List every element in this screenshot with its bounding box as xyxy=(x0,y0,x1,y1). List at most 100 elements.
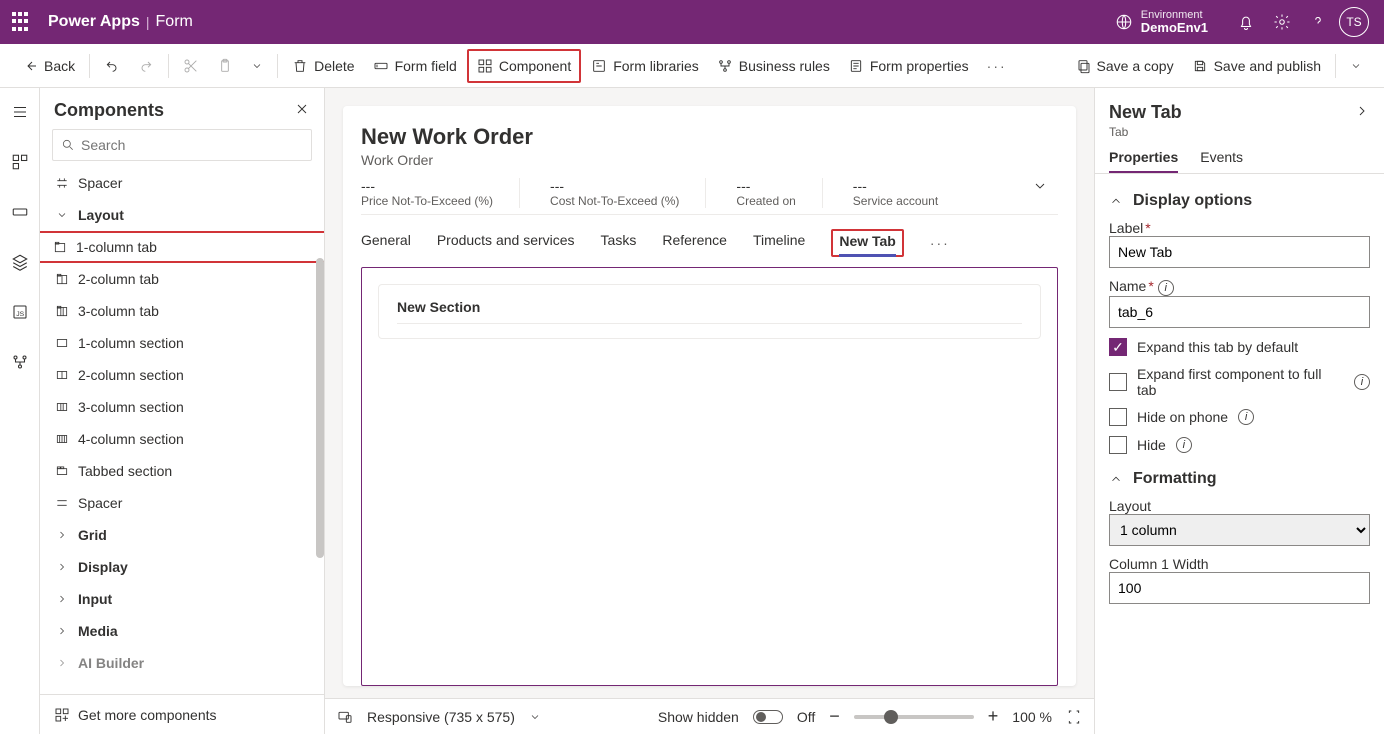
get-more-components[interactable]: Get more components xyxy=(40,694,324,734)
layers-icon[interactable] xyxy=(4,246,36,278)
header-field[interactable]: ---Created on xyxy=(736,178,822,208)
tab-general[interactable]: General xyxy=(361,232,411,254)
redo-button[interactable] xyxy=(130,49,162,83)
zoom-in[interactable]: + xyxy=(988,706,999,727)
more-commands[interactable]: ··· xyxy=(979,49,1015,83)
form-field-button[interactable]: Form field xyxy=(365,49,465,83)
close-panel-icon[interactable] xyxy=(294,101,310,120)
paste-button[interactable] xyxy=(209,49,241,83)
expand-first-label: Expand first component to full tab xyxy=(1137,366,1344,398)
name-input[interactable] xyxy=(1109,296,1370,328)
header-field[interactable]: ---Price Not-To-Exceed (%) xyxy=(361,178,520,208)
help-button[interactable] xyxy=(1300,4,1336,40)
info-icon[interactable]: i xyxy=(1158,280,1174,296)
back-button[interactable]: Back xyxy=(14,49,83,83)
component-2-column-tab[interactable]: 2-column tab xyxy=(40,263,324,295)
brand-title: Power Apps xyxy=(48,13,140,31)
component-spacer[interactable]: Spacer xyxy=(40,167,324,199)
expand-first-checkbox[interactable] xyxy=(1109,373,1127,391)
components-title: Components xyxy=(54,100,164,121)
component-1-column-tab[interactable]: 1-column tab xyxy=(40,231,324,263)
add-components-icon xyxy=(54,707,70,723)
props-chevron-icon[interactable] xyxy=(1354,103,1370,122)
tab-new-tab[interactable]: New Tab xyxy=(831,229,904,257)
group-layout[interactable]: Layout xyxy=(40,199,324,231)
hide-phone-checkbox[interactable] xyxy=(1109,408,1127,426)
svg-text:JS: JS xyxy=(16,311,24,318)
js-icon[interactable]: JS xyxy=(4,296,36,328)
scrollbar[interactable] xyxy=(316,258,324,558)
col1-width-label: Column 1 Width xyxy=(1109,556,1209,572)
info-icon[interactable]: i xyxy=(1238,409,1254,425)
component-tabbed-section[interactable]: Tabbed section xyxy=(40,455,324,487)
show-hidden-toggle[interactable] xyxy=(753,710,783,724)
info-icon[interactable]: i xyxy=(1354,374,1370,390)
form-properties-button[interactable]: Form properties xyxy=(840,49,977,83)
tab-tasks[interactable]: Tasks xyxy=(601,232,637,254)
business-rules-button[interactable]: Business rules xyxy=(709,49,838,83)
search-input[interactable] xyxy=(81,137,303,153)
form-libraries-button[interactable]: Form libraries xyxy=(583,49,707,83)
delete-button[interactable]: Delete xyxy=(284,49,362,83)
component-4-column-section[interactable]: 4-column section xyxy=(40,423,324,455)
header-chevron-icon[interactable] xyxy=(1032,178,1048,197)
label-input[interactable] xyxy=(1109,236,1370,268)
undo-button[interactable] xyxy=(96,49,128,83)
zoom-slider[interactable] xyxy=(854,715,974,719)
component-1-column-section[interactable]: 1-column section xyxy=(40,327,324,359)
tree-view-icon[interactable] xyxy=(4,146,36,178)
formatting-header[interactable]: Formatting xyxy=(1109,470,1370,488)
info-icon[interactable]: i xyxy=(1176,437,1192,453)
user-avatar[interactable]: TS xyxy=(1336,4,1372,40)
notifications-button[interactable] xyxy=(1228,4,1264,40)
header-field[interactable]: ---Service account xyxy=(853,178,964,208)
zoom-value: 100 % xyxy=(1012,709,1052,725)
col1-width-input[interactable] xyxy=(1109,572,1370,604)
component-spacer-2[interactable]: Spacer xyxy=(40,487,324,519)
header-field[interactable]: ---Cost Not-To-Exceed (%) xyxy=(550,178,706,208)
tab-products-services[interactable]: Products and services xyxy=(437,232,575,254)
group-media[interactable]: Media xyxy=(40,615,324,647)
group-display[interactable]: Display xyxy=(40,551,324,583)
rules-icon[interactable] xyxy=(4,346,36,378)
chevron-down-icon[interactable] xyxy=(529,711,541,723)
layout-select[interactable]: 1 column xyxy=(1109,514,1370,546)
props-tab-events[interactable]: Events xyxy=(1200,149,1243,173)
field-icon[interactable] xyxy=(4,196,36,228)
component-3-column-tab[interactable]: 3-column tab xyxy=(40,295,324,327)
props-subtitle: Tab xyxy=(1095,125,1384,145)
props-tab-properties[interactable]: Properties xyxy=(1109,149,1178,173)
save-publish-button[interactable]: Save and publish xyxy=(1184,49,1329,83)
tab-timeline[interactable]: Timeline xyxy=(753,232,805,254)
search-input-wrapper[interactable] xyxy=(52,129,312,161)
section[interactable]: New Section xyxy=(378,284,1041,339)
tab-reference[interactable]: Reference xyxy=(662,232,727,254)
hide-checkbox[interactable] xyxy=(1109,436,1127,454)
display-options-header[interactable]: Display options xyxy=(1109,192,1370,210)
settings-button[interactable] xyxy=(1264,4,1300,40)
component-3-column-section[interactable]: 3-column section xyxy=(40,391,324,423)
expand-default-checkbox[interactable]: ✓ xyxy=(1109,338,1127,356)
group-grid[interactable]: Grid xyxy=(40,519,324,551)
responsive-label[interactable]: Responsive (735 x 575) xyxy=(367,709,515,725)
component-2-column-section[interactable]: 2-column section xyxy=(40,359,324,391)
props-title: New Tab xyxy=(1109,102,1182,123)
name-field-label: Name* i xyxy=(1109,278,1174,294)
group-input[interactable]: Input xyxy=(40,583,324,615)
paste-dropdown[interactable] xyxy=(243,49,271,83)
layout-label: Layout xyxy=(1109,498,1151,514)
group-ai-builder[interactable]: AI Builder xyxy=(40,647,324,679)
app-launcher-icon[interactable] xyxy=(12,12,32,32)
cut-button[interactable] xyxy=(175,49,207,83)
hamburger-icon[interactable] xyxy=(4,96,36,128)
save-publish-dropdown[interactable] xyxy=(1342,49,1370,83)
responsive-icon xyxy=(337,709,353,725)
tabs-more[interactable]: ··· xyxy=(930,235,950,251)
component-button[interactable]: Component xyxy=(467,49,581,83)
zoom-out[interactable]: − xyxy=(829,706,840,727)
tab-body[interactable]: New Section xyxy=(361,267,1058,686)
environment-picker[interactable]: Environment DemoEnv1 xyxy=(1115,9,1208,35)
section-title: New Section xyxy=(397,299,1022,324)
save-copy-button[interactable]: Save a copy xyxy=(1067,49,1182,83)
fit-icon[interactable] xyxy=(1066,709,1082,725)
